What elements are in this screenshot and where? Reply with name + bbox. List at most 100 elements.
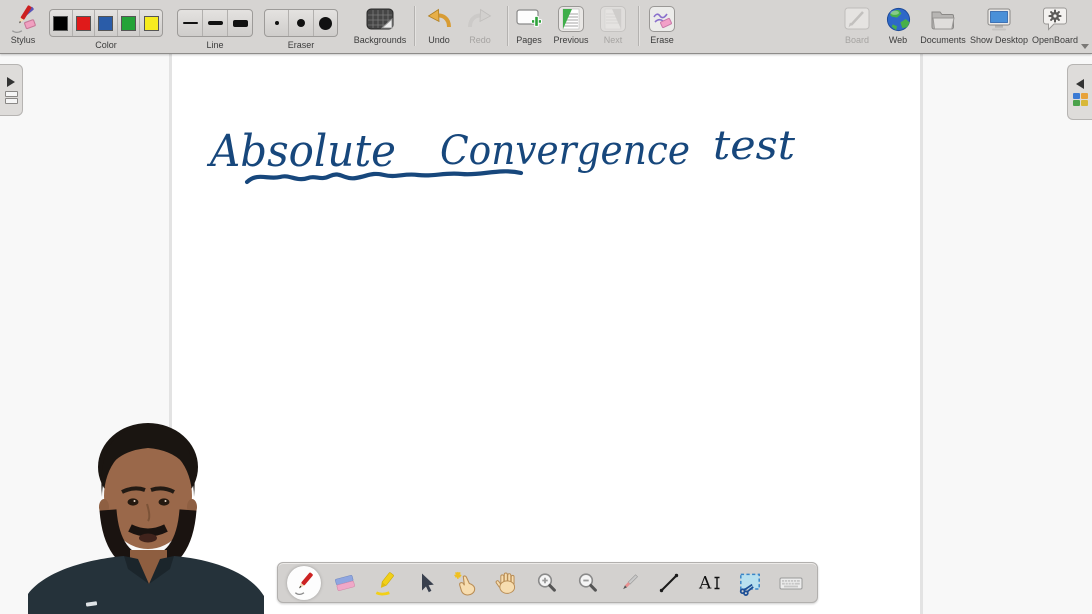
highlighter-icon [372,570,398,596]
eraser-icon [332,570,358,596]
zoom-in-tool-button[interactable] [529,565,565,601]
board-mode-button[interactable]: Board [838,3,876,45]
backgrounds-icon [351,3,409,35]
previous-label: Previous [550,35,592,45]
capture-scissors-icon [737,570,763,596]
laser-pointer-icon [617,571,641,595]
selector-tool-button[interactable] [408,565,444,601]
open-hand-icon [494,570,520,596]
erase-page-button[interactable]: Erase [642,3,682,45]
color-blue[interactable] [94,10,117,36]
documents-folder-icon [918,3,968,35]
backgrounds-button[interactable]: Backgrounds [351,3,409,45]
whiteboard-page[interactable] [172,54,920,614]
color-red[interactable] [72,10,95,36]
show-desktop-button[interactable]: Show Desktop [969,3,1029,45]
eraser-tool-button[interactable] [327,565,363,601]
undo-icon [420,3,458,35]
chevron-left-icon [1076,79,1084,89]
line-icon [657,571,681,595]
next-page-button[interactable]: Next [594,3,632,45]
line-thin[interactable] [178,10,202,36]
color-palette [49,9,163,37]
text-tool-button[interactable]: A [692,565,728,601]
openboard-window: Stylus Color Line [0,0,1092,614]
backgrounds-label: Backgrounds [351,35,409,45]
keyboard-icon [777,571,805,595]
color-label: Color [49,40,163,50]
capture-tool-button[interactable] [732,565,768,601]
text-tool-icon: A [697,571,723,595]
library-icon [1073,93,1088,106]
stylus-label: Stylus [4,35,42,45]
mouth [139,534,157,543]
thick-line-icon [233,20,248,27]
medium-line-icon [208,21,223,25]
virtual-keyboard-tool-button[interactable] [773,565,809,601]
left-panel-toggle[interactable] [0,64,23,116]
stylus-icon [4,3,42,35]
color-black[interactable] [50,10,72,36]
page-stack-icon [5,91,18,104]
chevron-down-icon[interactable] [1081,44,1089,49]
web-mode-button[interactable]: Web [879,3,917,45]
zoom-in-icon [535,571,559,595]
zoom-out-tool-button[interactable] [570,565,606,601]
previous-page-button[interactable]: Previous [550,3,592,45]
separator [414,6,416,46]
undo-label: Undo [420,35,458,45]
separator [638,6,640,46]
line-thick[interactable] [227,10,252,36]
medium-dot-icon [297,19,305,27]
page-right-edge [920,54,923,614]
documents-mode-button[interactable]: Documents [918,3,968,45]
separator [507,6,509,46]
right-panel-toggle[interactable] [1067,64,1092,120]
redo-icon [461,3,499,35]
eraser-large[interactable] [313,10,337,36]
eraser-medium[interactable] [288,10,312,36]
openboard-gear-icon [1028,3,1082,35]
stylus-button[interactable]: Stylus [4,3,42,45]
blue-swatch-icon [98,16,113,31]
pen-icon [291,570,317,596]
new-page-icon [510,3,548,35]
interact-tool-button[interactable] [448,565,484,601]
next-label: Next [594,35,632,45]
line-medium[interactable] [202,10,227,36]
thin-line-icon [183,22,198,24]
top-toolbar: Stylus Color Line [0,0,1092,54]
chevron-right-icon [7,77,15,87]
eye [159,498,170,505]
yellow-swatch-icon [144,16,159,31]
erase-page-icon [642,3,682,35]
large-dot-icon [319,17,332,30]
color-yellow[interactable] [139,10,162,36]
eraser-small[interactable] [265,10,288,36]
web-globe-icon [879,3,917,35]
redo-label: Redo [461,35,499,45]
pan-hand-tool-button[interactable] [489,565,525,601]
redo-button[interactable]: Redo [461,3,499,45]
web-label: Web [879,35,917,45]
highlighter-tool-button[interactable] [367,565,403,601]
color-green[interactable] [117,10,140,36]
small-dot-icon [275,21,279,25]
undo-button[interactable]: Undo [420,3,458,45]
black-swatch-icon [53,16,68,31]
tool-dock: A [277,562,818,603]
line-tool-button[interactable] [651,565,687,601]
next-page-icon [594,3,632,35]
red-swatch-icon [76,16,91,31]
pages-label: Pages [510,35,548,45]
laser-pointer-tool-button[interactable] [611,565,647,601]
pages-button[interactable]: Pages [510,3,548,45]
board-icon [838,3,876,35]
previous-page-icon [550,3,592,35]
show-desktop-label: Show Desktop [969,35,1029,45]
pen-tool-button[interactable] [286,565,322,601]
mustache [130,528,166,533]
openboard-label: OpenBoard [1028,35,1082,45]
erase-label: Erase [642,35,682,45]
openboard-menu-button[interactable]: OpenBoard [1028,3,1082,45]
